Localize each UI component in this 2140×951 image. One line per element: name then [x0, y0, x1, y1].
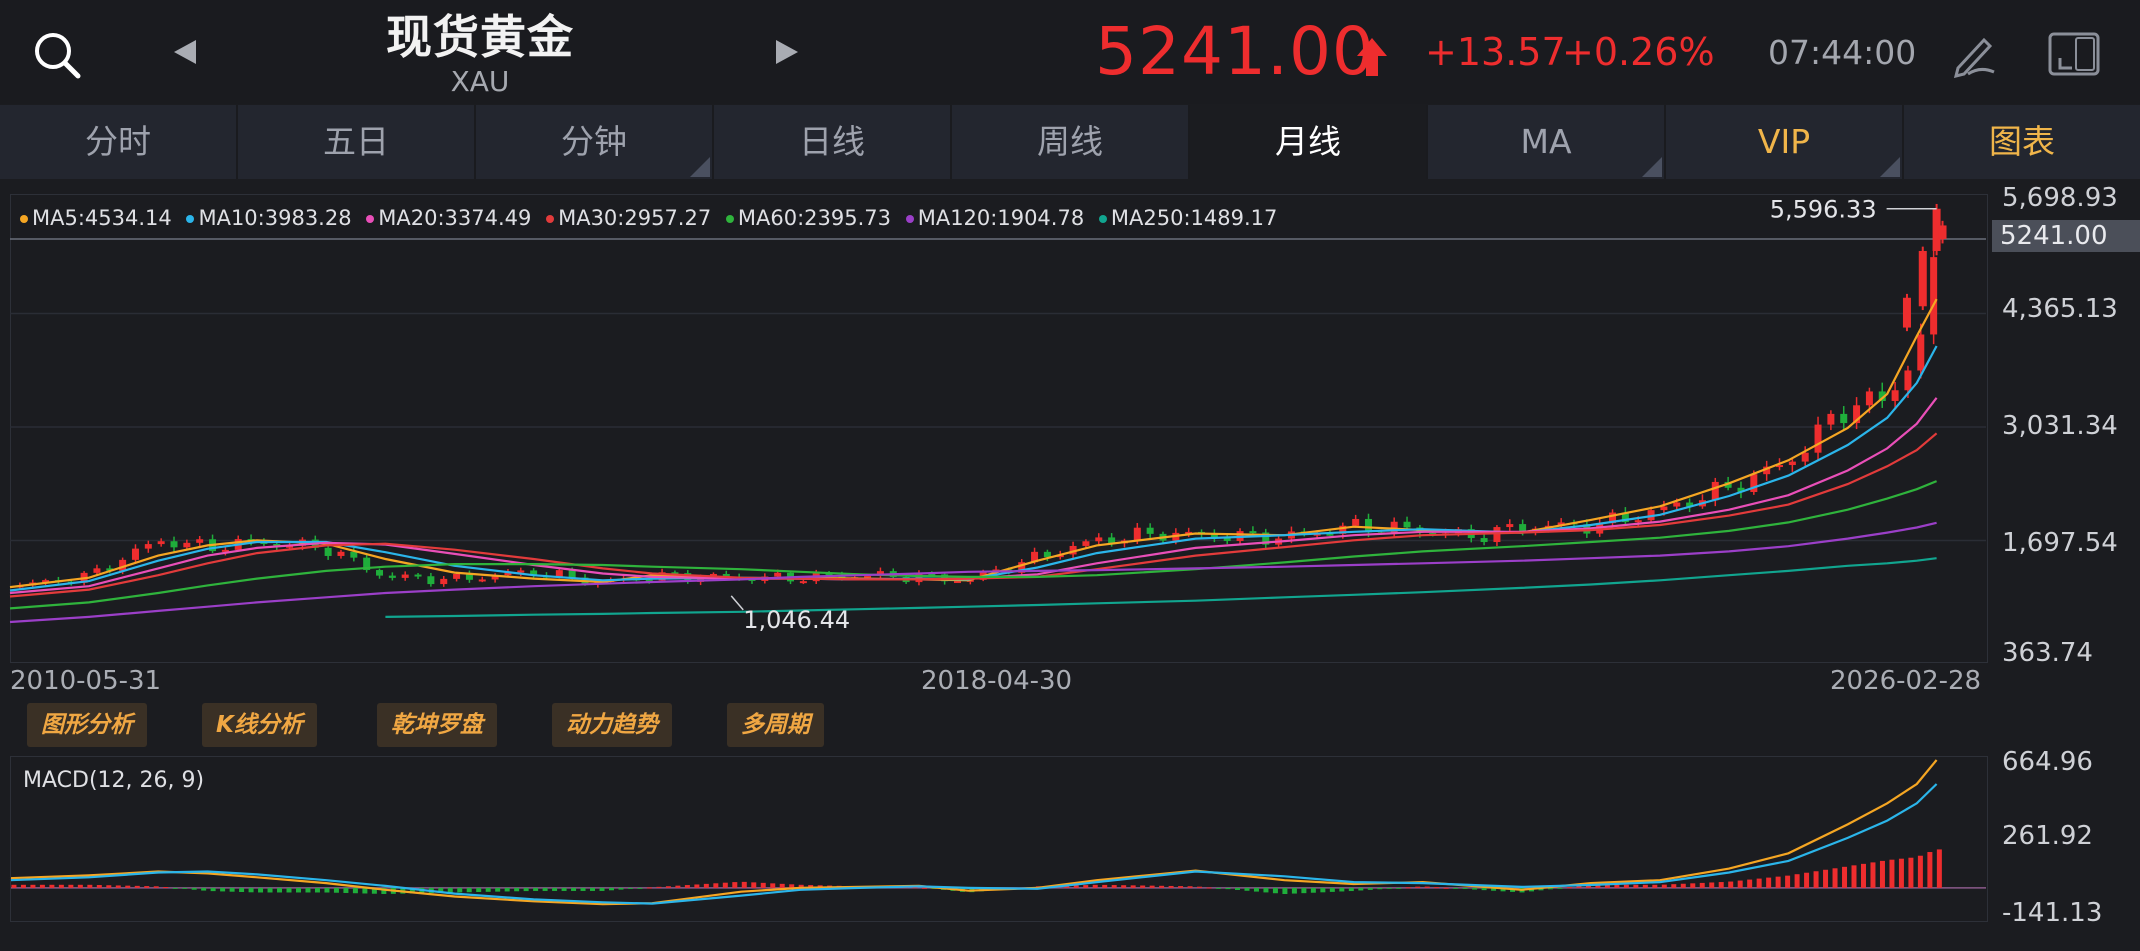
macd-label: MACD(12, 26, 9): [23, 768, 205, 793]
candle-body: [1660, 506, 1668, 511]
candle-body: [337, 551, 345, 556]
x-axis-label: 2010-05-31: [10, 666, 162, 696]
ma-legend: MA5:4534.14 MA10:3983.28 MA20:3374.49 MA…: [20, 206, 1285, 230]
candle-body: [1814, 424, 1822, 453]
candle-body: [1917, 334, 1925, 371]
candle-body: [1801, 452, 1809, 462]
candle-body: [1082, 541, 1090, 546]
candle-body: [1146, 527, 1154, 534]
candle-body: [1519, 524, 1527, 532]
candle-body: [453, 574, 461, 579]
y-tick-label: 4,365.13: [2002, 294, 2118, 324]
candle-body: [478, 579, 486, 582]
candle-body: [157, 541, 165, 545]
ma-legend-item: MA250:1489.17: [1098, 206, 1277, 230]
candle-body: [1904, 370, 1912, 391]
candle-body: [517, 570, 525, 573]
candle-body: [414, 574, 422, 577]
ma-line-ma250: [385, 557, 1937, 618]
candle-body: [1938, 225, 1947, 239]
macd-tick-label: 664.96: [2002, 747, 2093, 777]
ma-legend-item: MA30:2957.27: [546, 206, 711, 230]
candle-body: [1891, 390, 1899, 401]
candle-body: [183, 542, 191, 548]
candle-body: [1493, 527, 1501, 543]
low-price-label: 1,046.44: [743, 606, 850, 634]
candle-body: [1711, 481, 1719, 501]
candle-body: [131, 548, 139, 560]
y-tick-label: 1,697.54: [2002, 528, 2118, 558]
candle-body: [1506, 524, 1514, 528]
candle-body: [1902, 297, 1911, 328]
candle-body: [1673, 502, 1681, 507]
candle-body: [1865, 391, 1873, 406]
candle-body: [568, 570, 576, 578]
multi-period-button[interactable]: 多周期: [727, 703, 824, 747]
y-tick-label: 3,031.34: [2002, 411, 2118, 441]
x-axis-label: 2026-02-28: [1830, 666, 1982, 696]
candle-body: [555, 570, 563, 577]
y-tick-label: 363.74: [2002, 638, 2093, 668]
candle-body: [1840, 413, 1848, 424]
low-marker-line: [730, 595, 744, 611]
candle-body: [440, 578, 448, 585]
candle-body: [1133, 527, 1141, 541]
candle-body: [1249, 531, 1257, 534]
candle-body: [799, 581, 807, 584]
kline-analysis-button[interactable]: K线分析: [202, 703, 317, 747]
candle-body: [1403, 521, 1411, 528]
macd-tick-label: -141.13: [2002, 898, 2103, 928]
ma-legend-item: MA20:3374.49: [366, 206, 531, 230]
compass-button[interactable]: 乾坤罗盘: [377, 703, 497, 747]
candle-body: [93, 568, 101, 573]
graph-analysis-button[interactable]: 图形分析: [27, 703, 147, 747]
y-tick-label: 5,698.93: [2002, 183, 2118, 213]
ma-legend-item: MA120:1904.78: [905, 206, 1084, 230]
candle-body: [953, 581, 961, 584]
candle-body: [1918, 250, 1927, 307]
candle-body: [1634, 520, 1642, 523]
candle-body: [1930, 257, 1938, 335]
candle-body: [144, 544, 152, 549]
candle-body: [376, 570, 384, 576]
current-price-tag: 5241.00: [1992, 220, 2140, 252]
candle-body: [1095, 537, 1103, 542]
candle-body: [427, 576, 435, 585]
ma-legend-item: MA10:3983.28: [186, 206, 352, 230]
candle-body: [196, 539, 204, 543]
ma-legend-item: MA5:4534.14: [20, 206, 172, 230]
candle-body: [388, 575, 396, 578]
candle-body: [324, 547, 332, 556]
candle-body: [1480, 538, 1488, 543]
candle-body: [1352, 518, 1360, 526]
candle-body: [1043, 551, 1051, 558]
x-axis-label: 2018-04-30: [921, 666, 1073, 696]
candle-body: [774, 572, 782, 577]
candle-body: [1788, 461, 1796, 466]
ma-legend-item: MA60:2395.73: [725, 206, 891, 230]
candle-body: [350, 551, 358, 558]
candle-body: [1827, 413, 1835, 425]
high-price-label: 5,596.33: [1770, 196, 1877, 224]
candle-body: [401, 574, 409, 578]
macd-chart-frame[interactable]: [10, 756, 1988, 922]
momentum-trend-button[interactable]: 动力趋势: [552, 703, 672, 747]
macd-tick-label: 261.92: [2002, 821, 2093, 851]
candle-body: [170, 541, 178, 548]
ma-line-ma10: [9, 345, 1938, 592]
